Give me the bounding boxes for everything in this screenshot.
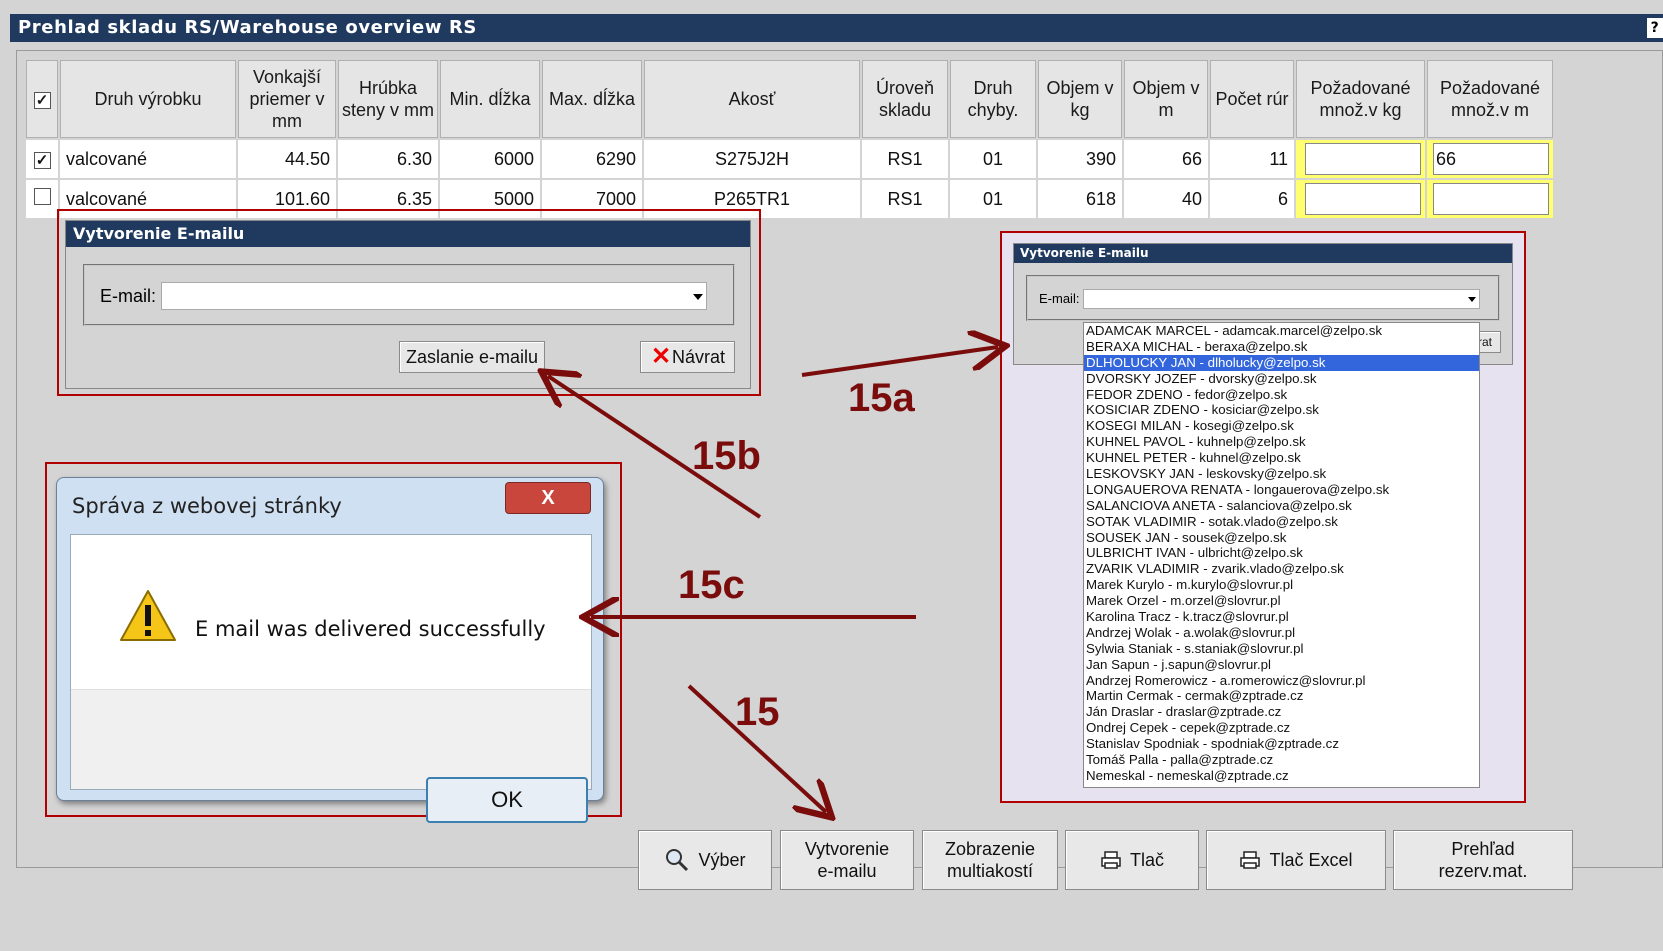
search-icon xyxy=(666,849,689,872)
vyber-button[interactable]: Výber xyxy=(638,830,772,890)
zobrazenie-label-2: multiakostí xyxy=(946,861,1034,881)
annotation-arrows xyxy=(0,0,1663,951)
vyber-label: Výber xyxy=(698,850,746,870)
vytvorenie-label-2: e-mailu xyxy=(817,861,877,881)
prehlad-rezerv-button[interactable]: Prehľad rezerv.mat. xyxy=(1393,830,1573,890)
tlac-excel-label: Tlač Excel xyxy=(1269,850,1353,870)
prehlad-label-2: rezerv.mat. xyxy=(1438,861,1528,881)
warehouse-window: Prehlad skladu RS/Warehouse overview RS … xyxy=(0,0,1663,951)
arrow-15a xyxy=(801,347,998,377)
printer-icon xyxy=(1101,851,1121,869)
zobrazenie-button[interactable]: Zobrazenie multiakostí xyxy=(922,830,1058,890)
zobrazenie-label-1: Zobrazenie xyxy=(944,839,1036,859)
tlac-button[interactable]: Tlač xyxy=(1065,830,1199,890)
tlac-excel-button[interactable]: Tlač Excel xyxy=(1206,830,1386,890)
annotation-15b: 15b xyxy=(692,434,761,478)
vytvorenie-emailu-button[interactable]: Vytvorenie e-mailu xyxy=(780,830,914,890)
annotation-15c: 15c xyxy=(678,563,745,607)
prehlad-label-1: Prehľad xyxy=(1451,839,1515,859)
printer-icon xyxy=(1240,851,1261,869)
annotation-15a: 15a xyxy=(848,376,915,420)
vytvorenie-label-1: Vytvorenie xyxy=(804,839,890,859)
tlac-label: Tlač xyxy=(1129,850,1164,870)
annotation-15: 15 xyxy=(735,690,780,734)
